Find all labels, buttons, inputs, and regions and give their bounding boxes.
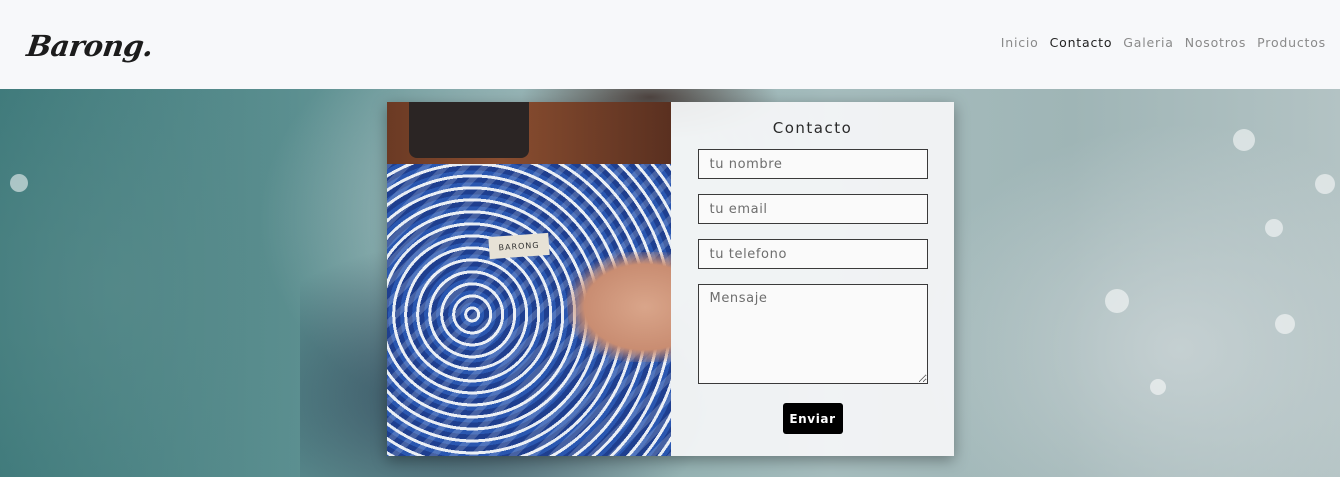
nav-item-galeria[interactable]: Galeria <box>1123 35 1173 50</box>
name-input[interactable] <box>697 149 928 179</box>
bokeh-light <box>1233 129 1255 151</box>
photo-brand-label-text: BARONG <box>498 240 540 252</box>
nav-item-inicio[interactable]: Inicio <box>1001 35 1039 50</box>
contact-card: BARONG Contacto Enviar <box>387 102 954 456</box>
bokeh-light <box>1275 314 1295 334</box>
brand-logo[interactable]: Barong. <box>25 29 156 63</box>
send-button[interactable]: Enviar <box>782 403 843 434</box>
nav-item-nosotros[interactable]: Nosotros <box>1185 35 1246 50</box>
photo-brand-label: BARONG <box>488 232 550 260</box>
bokeh-light <box>1105 289 1129 313</box>
bokeh-light <box>1150 379 1166 395</box>
message-textarea[interactable] <box>697 284 928 384</box>
bokeh-light <box>1315 174 1335 194</box>
email-input[interactable] <box>697 194 928 224</box>
contact-form: Contacto Enviar <box>671 102 954 456</box>
phone-input[interactable] <box>697 239 928 269</box>
photo-hand-shape <box>567 252 671 362</box>
nav-item-contacto[interactable]: Contacto <box>1050 35 1113 50</box>
bokeh-light <box>1265 219 1283 237</box>
form-title: Contacto <box>772 119 853 137</box>
product-photo: BARONG <box>387 102 671 456</box>
nav-item-productos[interactable]: Productos <box>1257 35 1326 50</box>
navbar: Barong. Inicio Contacto Galeria Nosotros… <box>0 0 1340 89</box>
nav-menu: Inicio Contacto Galeria Nosotros Product… <box>1001 35 1326 50</box>
photo-phone-shape <box>409 102 529 158</box>
bokeh-light <box>10 174 28 192</box>
